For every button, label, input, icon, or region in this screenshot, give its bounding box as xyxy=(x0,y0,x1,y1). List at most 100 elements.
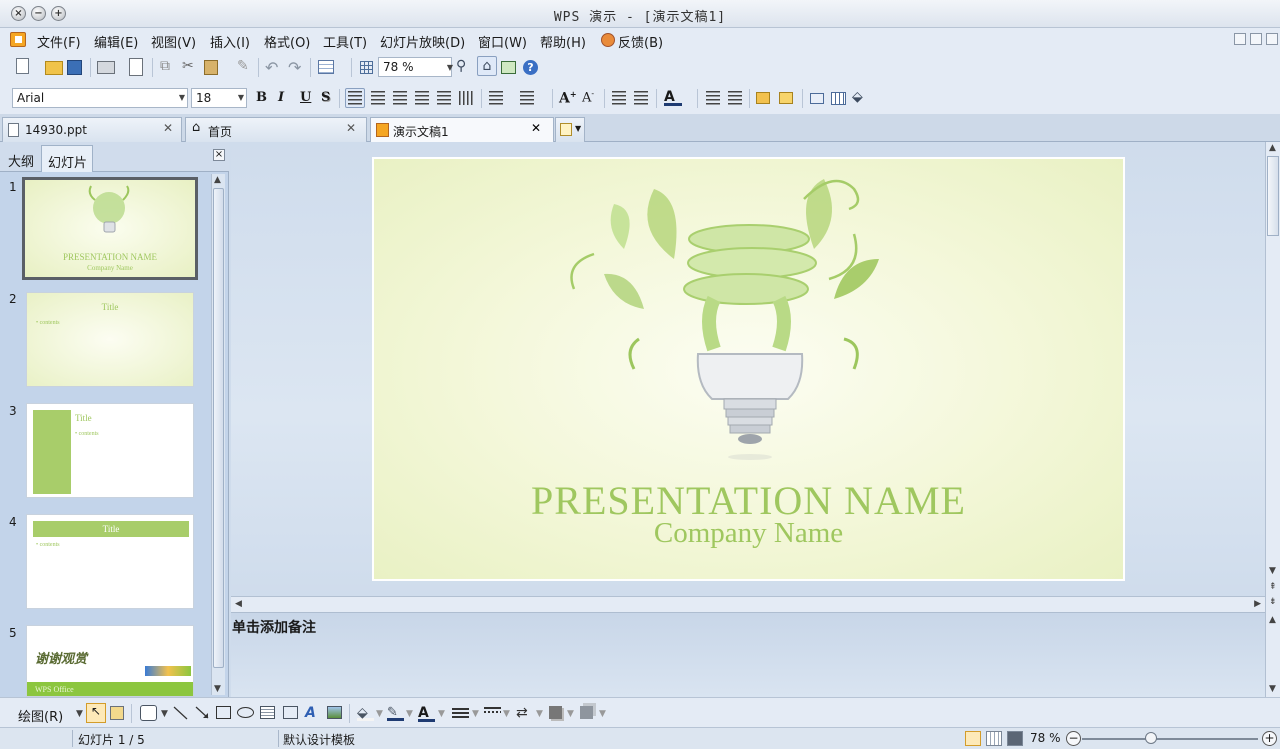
menu-view[interactable]: 视图(V) xyxy=(151,32,196,51)
menu-format[interactable]: 格式(O) xyxy=(264,32,310,51)
insert-table-icon[interactable] xyxy=(318,60,334,74)
new-slide-icon[interactable] xyxy=(756,92,770,104)
wps-app-icon[interactable] xyxy=(10,32,26,47)
format-painter-icon[interactable]: ✎ xyxy=(237,58,255,76)
chevron-down-icon[interactable]: ▼ xyxy=(503,709,510,719)
mdi-close-button[interactable] xyxy=(1266,33,1278,45)
home-icon[interactable]: ⌂ xyxy=(477,56,497,76)
slides-panel-scrollbar[interactable]: ▲ ▼ xyxy=(211,174,225,695)
chevron-down-icon[interactable]: ▼ xyxy=(76,709,83,719)
table-icon[interactable] xyxy=(831,92,846,105)
align-left-button[interactable] xyxy=(345,88,365,108)
increase-indent-icon[interactable] xyxy=(634,91,648,105)
insert-picture-icon[interactable] xyxy=(327,706,342,719)
underline-button[interactable]: U xyxy=(300,90,311,105)
scroll-down-icon[interactable]: ▼ xyxy=(214,684,221,694)
vertical-text-icon[interactable] xyxy=(459,91,473,105)
zoom-slider-handle[interactable] xyxy=(1144,732,1157,744)
shadow-style-icon[interactable] xyxy=(549,706,562,719)
slide-subtitle[interactable]: Company Name xyxy=(374,517,1123,550)
chevron-down-icon[interactable]: ▼ xyxy=(406,709,413,719)
scroll-right-icon[interactable]: ▶ xyxy=(1254,599,1261,609)
scroll-thumb[interactable] xyxy=(1267,156,1279,236)
text-box-icon[interactable] xyxy=(260,706,275,719)
align-center-icon[interactable] xyxy=(371,91,385,105)
redo-icon[interactable]: ↷ xyxy=(288,58,306,77)
decrease-indent-icon[interactable] xyxy=(612,91,626,105)
notes-scrollbar[interactable]: ▲ ▼ xyxy=(1265,612,1280,697)
print-preview-icon[interactable] xyxy=(129,58,143,76)
open-folder-icon[interactable] xyxy=(45,61,63,75)
menu-file[interactable]: 文件(F) xyxy=(37,32,81,51)
scroll-left-icon[interactable]: ◀ xyxy=(235,599,242,609)
font-color-icon[interactable]: A xyxy=(418,705,435,722)
bullet-list-icon[interactable] xyxy=(520,91,534,105)
copy-format-icon[interactable]: ⧉ xyxy=(160,58,178,76)
close-tab-icon[interactable]: ✕ xyxy=(163,121,173,135)
ellipse-icon[interactable] xyxy=(237,707,254,718)
shadow-button[interactable]: S xyxy=(321,90,330,105)
slide-thumbnail-2[interactable]: Title • contents xyxy=(26,292,194,387)
tab-slides[interactable]: 幻灯片 xyxy=(41,145,94,172)
line-style-icon[interactable] xyxy=(452,708,469,719)
editor-horizontal-scrollbar[interactable]: ◀ ▶ xyxy=(231,596,1265,612)
autoshapes-icon[interactable] xyxy=(140,705,157,721)
tab-presentation1[interactable]: 演示文稿1 ✕ xyxy=(370,117,554,143)
print-icon[interactable] xyxy=(97,61,115,74)
chevron-down-icon[interactable]: ▼ xyxy=(161,709,168,719)
chevron-down-icon[interactable]: ▼ xyxy=(438,709,445,719)
menu-insert[interactable]: 插入(I) xyxy=(210,32,250,51)
text-box-icon[interactable] xyxy=(810,93,824,104)
line-icon[interactable] xyxy=(172,705,189,721)
scroll-up-icon[interactable]: ▲ xyxy=(214,175,221,185)
current-slide[interactable]: PRESENTATION NAME Company Name xyxy=(372,157,1125,581)
slide-thumbnail-3[interactable]: Title • contents xyxy=(26,403,194,498)
chevron-down-icon[interactable]: ▼ xyxy=(536,709,543,719)
font-name-combo[interactable]: Arial ▼ xyxy=(12,88,188,108)
slideshow-view-button[interactable] xyxy=(1007,731,1023,746)
slide-layout-icon[interactable] xyxy=(501,61,516,74)
zoom-combo[interactable]: 78 % ▼ xyxy=(378,57,453,77)
chevron-down-icon[interactable]: ▼ xyxy=(376,709,383,719)
chevron-down-icon[interactable]: ▼ xyxy=(599,709,606,719)
dash-style-icon[interactable] xyxy=(484,711,501,713)
slide-thumbnail-1[interactable]: PRESENTATION NAME Company Name xyxy=(22,177,198,280)
grid-icon[interactable] xyxy=(360,61,373,74)
menu-feedback[interactable]: 反馈(B) xyxy=(618,32,663,51)
font-color-icon[interactable]: A xyxy=(664,89,682,106)
chevron-down-icon[interactable]: ▼ xyxy=(567,709,574,719)
line-spacing-decrease-icon[interactable] xyxy=(728,91,742,105)
rectangle-icon[interactable] xyxy=(216,706,231,719)
notes-pane[interactable]: 单击添加备注 xyxy=(231,612,1265,697)
vertical-text-box-icon[interactable] xyxy=(283,706,298,719)
drawing-menu[interactable]: 绘图(R) xyxy=(18,706,63,725)
help-icon[interactable]: ? xyxy=(523,60,538,75)
select-pointer-icon[interactable]: ↖ xyxy=(86,703,106,723)
menu-help[interactable]: 帮助(H) xyxy=(540,32,586,51)
increase-font-icon[interactable]: A+ xyxy=(559,89,577,107)
chevron-down-icon[interactable]: ▼ xyxy=(472,709,479,719)
scroll-thumb[interactable] xyxy=(213,188,224,668)
italic-button[interactable]: I xyxy=(278,90,284,105)
menu-tools[interactable]: 工具(T) xyxy=(323,32,367,51)
fill-bucket-icon[interactable]: ⬙ xyxy=(852,89,870,107)
line-color-icon[interactable]: ✎ xyxy=(387,705,404,721)
line-spacing-increase-icon[interactable] xyxy=(706,91,720,105)
decrease-font-icon[interactable]: A- xyxy=(582,89,600,107)
tab-outline[interactable]: 大纲 xyxy=(2,145,39,172)
scroll-up-icon[interactable]: ▲ xyxy=(1269,143,1276,153)
arrow-icon[interactable] xyxy=(194,705,211,721)
normal-view-button[interactable] xyxy=(965,731,981,746)
justify-icon[interactable] xyxy=(415,91,429,105)
align-right-icon[interactable] xyxy=(393,91,407,105)
wordart-icon[interactable]: A xyxy=(305,705,322,721)
cut-icon[interactable]: ✂ xyxy=(182,58,200,76)
save-icon[interactable] xyxy=(67,60,82,75)
menu-window[interactable]: 窗口(W) xyxy=(478,32,527,51)
distribute-icon[interactable] xyxy=(437,91,451,105)
numbered-list-icon[interactable] xyxy=(489,91,503,105)
zoom-out-button[interactable]: − xyxy=(1066,731,1081,746)
close-panel-icon[interactable]: × xyxy=(213,149,225,161)
previous-slide-icon[interactable]: ⇞ xyxy=(1269,582,1277,592)
new-document-icon[interactable] xyxy=(16,58,29,74)
